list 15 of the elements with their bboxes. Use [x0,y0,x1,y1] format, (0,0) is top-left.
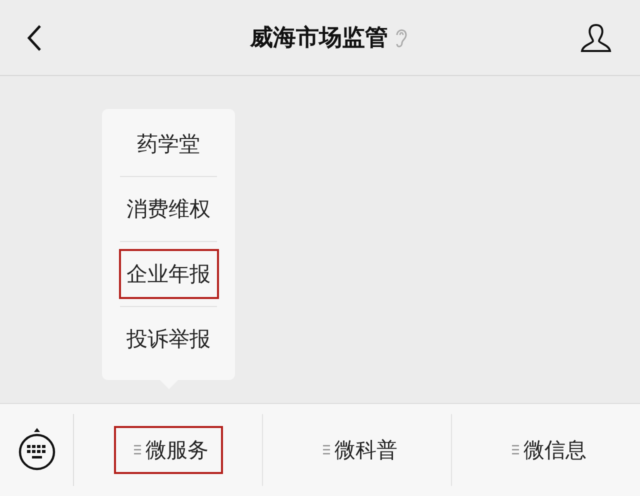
menu-item[interactable]: 投诉举报 [118,314,218,364]
menu-tab[interactable]: 微科普 [302,426,412,474]
menu-icon [134,445,140,455]
menu-tab[interactable]: 微信息 [492,426,600,474]
window-title: 威海市场监管 [250,24,388,53]
ear-icon [394,26,408,48]
menu-tab[interactable]: 微服务 [114,426,222,474]
menu-icon [512,445,518,455]
back-icon[interactable] [26,24,42,52]
keyboard-icon[interactable] [16,427,56,473]
menu-item[interactable]: 企业年报 [118,249,218,299]
menu-item[interactable]: 药学堂 [129,119,208,169]
menu-icon [322,445,330,455]
person-icon[interactable] [580,22,612,52]
menu-item[interactable]: 消费维权 [118,184,218,234]
